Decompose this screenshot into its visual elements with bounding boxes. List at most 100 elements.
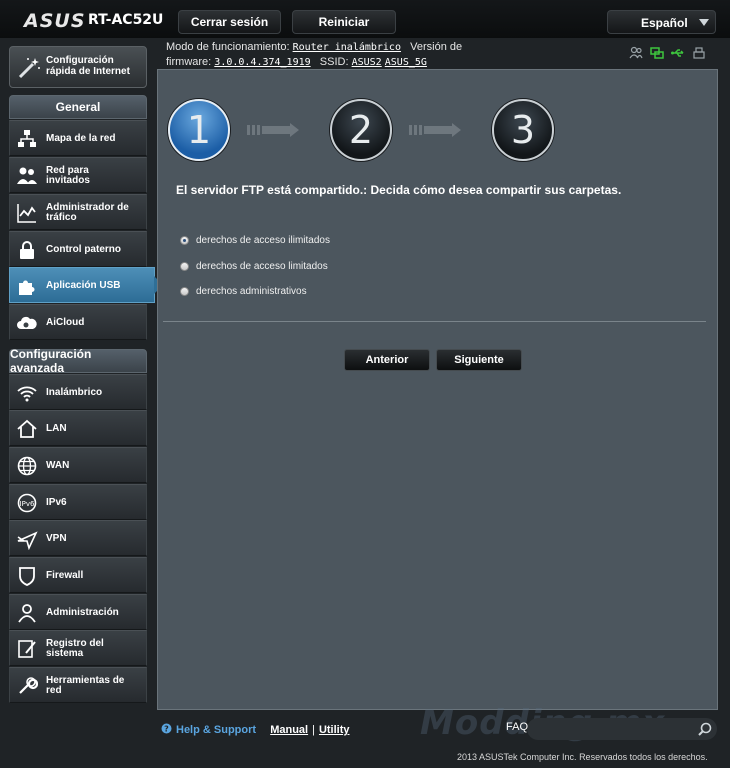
sidebar-label: LAN: [46, 423, 67, 434]
copyright-text: 2013 ASUSTek Computer Inc. Reservados to…: [457, 752, 708, 762]
ipv6-icon: IPv6: [16, 492, 38, 514]
sidebar-label: Firewall: [46, 570, 84, 581]
ssid-link-2[interactable]: ASUS_5G: [385, 57, 427, 68]
step-3-indicator: 3: [492, 99, 554, 161]
sidebar-item-lan[interactable]: LAN: [9, 410, 147, 446]
svg-text:IPv6: IPv6: [20, 500, 35, 508]
magic-wand-icon: [16, 55, 42, 81]
sidebar-item-vpn[interactable]: VPN: [9, 520, 147, 556]
sidebar-item-guest-network[interactable]: Red para invitados: [9, 157, 147, 193]
option-label: derechos de acceso ilimitados: [196, 235, 330, 246]
step-arrow-icon: [409, 123, 461, 137]
asus-logo: ASUS: [24, 10, 86, 32]
ssid-link-1[interactable]: ASUS2: [352, 57, 382, 68]
ssid-label: SSID:: [319, 56, 349, 68]
reboot-button[interactable]: Reiniciar: [292, 10, 396, 34]
manual-link[interactable]: Manual: [270, 724, 308, 736]
mode-link[interactable]: Router inalámbrico: [293, 42, 401, 53]
sidebar-item-firewall[interactable]: Firewall: [9, 557, 147, 593]
status-info: Modo de funcionamiento: Router inalámbri…: [166, 40, 462, 70]
sidebar-label: AiCloud: [46, 317, 85, 328]
sidebar-label: VPN: [46, 533, 67, 544]
option-label: derechos de acceso limitados: [196, 261, 328, 272]
lock-icon: [16, 239, 38, 261]
option-admin-rights[interactable]: derechos administrativos: [180, 286, 307, 297]
sidebar-label: WAN: [46, 460, 70, 471]
log-edit-icon: [16, 638, 38, 660]
sidebar-item-system-log[interactable]: Registro del sistema: [9, 630, 147, 666]
sidebar-label-2: invitados: [46, 175, 90, 186]
chevron-down-icon: [699, 19, 709, 26]
radio-admin[interactable]: [180, 287, 189, 296]
language-select[interactable]: Español: [607, 10, 716, 34]
faq-label: FAQ: [506, 721, 529, 733]
model-name: RT-AC52U: [88, 12, 164, 28]
utility-link[interactable]: Utility: [319, 724, 350, 736]
clients-icon[interactable]: [629, 46, 643, 60]
sidebar-label-2: red: [46, 685, 62, 696]
mode-label: Modo de funcionamiento:: [166, 41, 290, 53]
wrench-icon: [16, 675, 39, 697]
sidebar-item-wan[interactable]: WAN: [9, 447, 147, 483]
footer-separator: |: [312, 724, 315, 736]
wifi-icon: [16, 382, 38, 404]
svg-text:?: ?: [164, 725, 169, 734]
step-1-indicator: 1: [168, 99, 230, 161]
sidebar-label: Aplicación USB: [46, 280, 121, 291]
sidebar-item-network-tools[interactable]: Herramientas de red: [9, 667, 147, 703]
language-value: Español: [641, 16, 688, 30]
sidebar-item-usb-application[interactable]: Aplicación USB: [9, 267, 163, 303]
option-limited-access[interactable]: derechos de acceso limitados: [180, 261, 328, 272]
vpn-icon: [16, 528, 38, 551]
cloud-icon: [16, 312, 38, 334]
network-map-icon: [16, 128, 38, 150]
sidebar-label: IPv6: [46, 497, 67, 508]
firmware-label: firmware:: [166, 56, 212, 68]
top-bar: ASUS RT-AC52U Cerrar sesión Reiniciar Es…: [0, 0, 730, 38]
next-button[interactable]: Siguiente: [436, 349, 522, 371]
footer-links: ? Help & Support Manual | Utility: [161, 723, 350, 737]
usb-icon[interactable]: [671, 46, 685, 60]
advanced-section-title: Configuración avanzada: [9, 347, 147, 375]
faq-search-input[interactable]: [527, 718, 717, 740]
quick-setup-line1: Configuración: [46, 55, 114, 66]
general-section-title: General: [9, 95, 147, 119]
sidebar-label-2: sistema: [46, 648, 84, 659]
status-icons: [629, 46, 706, 60]
firmware-link[interactable]: 3.0.0.4.374_1919: [214, 57, 310, 68]
sidebar-label: Mapa de la red: [46, 133, 116, 144]
wizard-title: El servidor FTP está compartido.: Decida…: [176, 183, 622, 197]
step-arrow-icon: [247, 123, 299, 137]
sidebar-item-wireless[interactable]: Inalámbrico: [9, 374, 147, 410]
sidebar-item-network-map[interactable]: Mapa de la red: [9, 120, 147, 156]
network-status-icon[interactable]: [650, 46, 664, 60]
divider: [163, 321, 706, 322]
sidebar-item-administration[interactable]: Administración: [9, 594, 147, 630]
logout-button[interactable]: Cerrar sesión: [178, 10, 281, 34]
sidebar-item-aicloud[interactable]: AiCloud: [9, 304, 147, 340]
wizard-panel: 1 2 3 El servidor FTP está compartido.: …: [157, 69, 718, 710]
sidebar-label: Administración: [46, 607, 119, 618]
sidebar-label: Inalámbrico: [46, 387, 103, 398]
printer-icon[interactable]: [692, 46, 706, 60]
option-unlimited-access[interactable]: derechos de acceso ilimitados: [180, 235, 330, 246]
previous-button[interactable]: Anterior: [344, 349, 430, 371]
traffic-chart-icon: [16, 202, 38, 224]
guests-icon: [16, 165, 38, 187]
option-label: derechos administrativos: [196, 286, 307, 297]
sidebar-item-traffic-manager[interactable]: Administrador de tráfico: [9, 194, 147, 230]
shield-icon: [16, 565, 38, 587]
help-support-link[interactable]: Help & Support: [176, 724, 256, 736]
version-label: Versión de: [410, 41, 463, 53]
sidebar-item-parental-control[interactable]: Control paterno: [9, 231, 147, 267]
sidebar-label: Control paterno: [46, 244, 121, 255]
quick-setup-button[interactable]: Configuración rápida de Internet: [9, 46, 147, 88]
help-icon: ?: [161, 723, 172, 737]
search-icon[interactable]: [697, 721, 713, 737]
globe-icon: [16, 455, 38, 477]
user-icon: [16, 602, 38, 624]
radio-limited[interactable]: [180, 262, 189, 271]
home-icon: [16, 418, 38, 440]
radio-unlimited[interactable]: [180, 236, 189, 245]
sidebar-item-ipv6[interactable]: IPv6 IPv6: [9, 484, 147, 520]
